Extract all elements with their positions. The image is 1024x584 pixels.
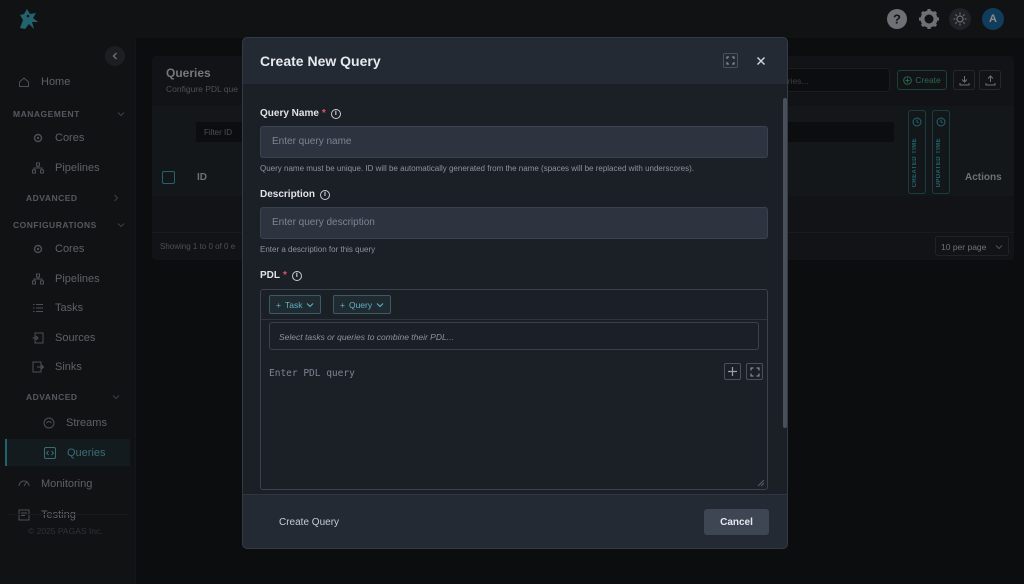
create-query-modal: Create New Query Query Name * i Enter qu… (242, 37, 788, 549)
required-asterisk: * (283, 270, 287, 281)
pdl-editor-box: + Task + Query Select tasks or queries t… (260, 289, 768, 490)
chevron-down-icon (307, 302, 314, 307)
combine-pdl-select[interactable]: Select tasks or queries to combine their… (269, 322, 759, 350)
pdl-label: PDL * i (260, 270, 302, 281)
editor-fullscreen-button[interactable] (746, 363, 763, 380)
modal-scrollbar[interactable] (783, 98, 787, 428)
query-name-input[interactable]: Enter query name (260, 126, 768, 158)
plus-icon: + (276, 299, 281, 310)
maximize-icon (726, 56, 735, 65)
editor-add-button[interactable] (724, 363, 741, 380)
create-query-button[interactable]: Create Query (263, 509, 355, 535)
info-icon[interactable]: i (320, 189, 331, 200)
chevron-down-icon (376, 302, 384, 307)
cancel-button[interactable]: Cancel (704, 509, 769, 535)
plus-icon: + (340, 299, 345, 310)
modal-header: Create New Query (243, 38, 787, 84)
description-help: Enter a description for this query (260, 245, 376, 254)
description-input[interactable]: Enter query description (260, 207, 768, 239)
query-name-label: Query Name * i (260, 108, 341, 119)
modal-body: Query Name * i Enter query name Query na… (243, 84, 787, 494)
add-task-dropdown[interactable]: + Task (269, 295, 322, 314)
description-label: Description i (260, 189, 331, 200)
modal-close-button[interactable] (753, 53, 769, 69)
pdl-toolbar: + Task + Query (261, 290, 767, 320)
resize-grip-icon[interactable] (757, 479, 765, 487)
add-query-dropdown[interactable]: + Query (333, 295, 392, 314)
plus-icon (728, 367, 737, 376)
maximize-icon (750, 367, 759, 376)
info-icon[interactable]: i (291, 270, 302, 281)
modal-title: Create New Query (260, 53, 381, 69)
close-icon (756, 56, 766, 66)
query-name-help: Query name must be unique. ID will be au… (260, 164, 694, 173)
info-icon[interactable]: i (330, 108, 341, 119)
modal-footer: Create Query Cancel (243, 494, 787, 548)
required-asterisk: * (321, 108, 326, 119)
modal-maximize-button[interactable] (723, 53, 738, 68)
pdl-query-editor[interactable]: Enter PDL query (269, 368, 355, 379)
